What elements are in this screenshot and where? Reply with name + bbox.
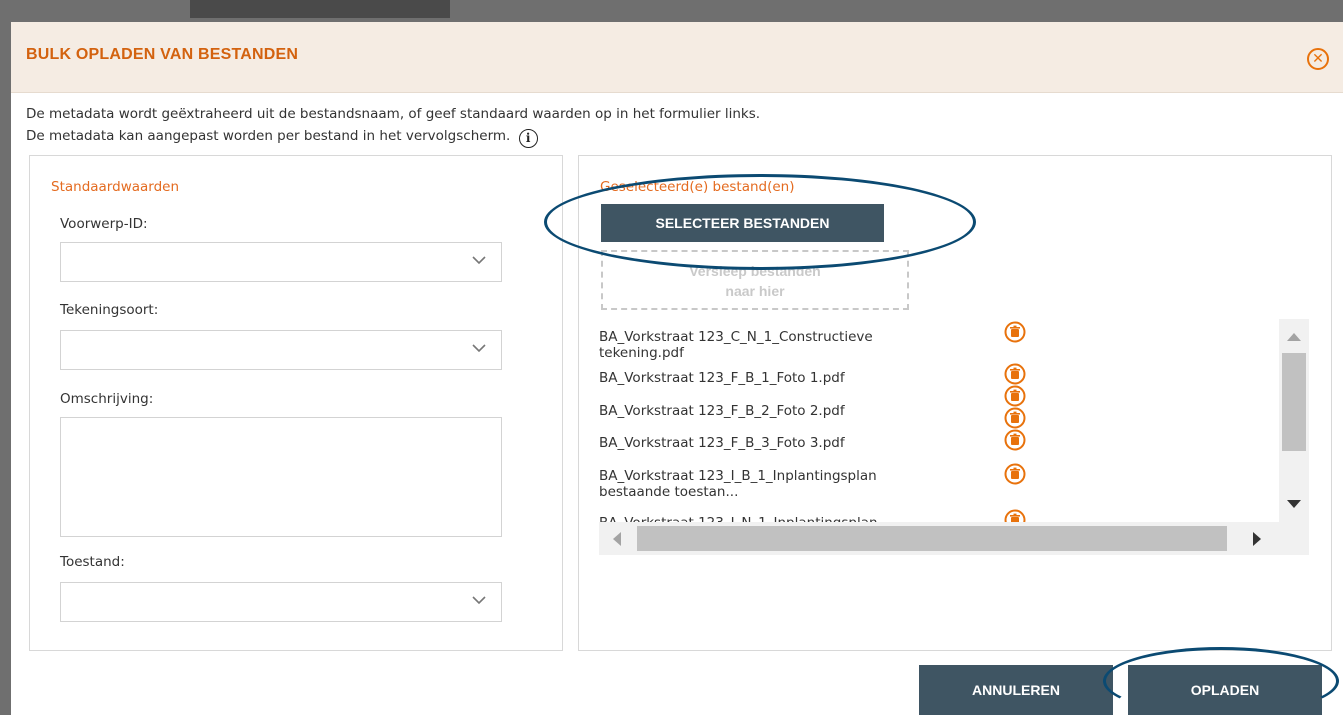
list-item: BA_Vorkstraat 123_F_B_2_Foto 2.pdf	[599, 403, 979, 419]
description-line-1: De metadata wordt geëxtraheerd uit de be…	[26, 106, 761, 122]
file-name-line-1: BA_Vorkstraat 123_C_N_1_Constructieve	[599, 329, 873, 345]
vertical-scroll-thumb[interactable]	[1282, 353, 1306, 451]
info-icon[interactable]: i	[518, 129, 538, 148]
trash-icon[interactable]	[1004, 463, 1026, 485]
description-line-2-wrap: De metadata kan aangepast worden per bes…	[26, 128, 538, 148]
tekeningsoort-label: Tekeningsoort:	[60, 302, 159, 318]
dialog-header: BULK OPLADEN VAN BESTANDEN ✕	[11, 22, 1343, 93]
drop-zone-line-2: naar hier	[725, 283, 785, 299]
chevron-down-icon	[472, 344, 486, 353]
scroll-up-icon[interactable]	[1287, 333, 1301, 341]
list-item: BA_Vorkstraat 123_I_B_1_Inplantingsplan …	[599, 468, 979, 500]
scroll-right-icon[interactable]	[1253, 532, 1261, 546]
vertical-scrollbar[interactable]	[1279, 319, 1309, 522]
bulk-upload-dialog: BULK OPLADEN VAN BESTANDEN ✕ De metadata…	[11, 22, 1343, 715]
description-line-2: De metadata kan aangepast worden per bes…	[26, 128, 511, 144]
scroll-down-icon[interactable]	[1287, 500, 1301, 508]
trash-icon[interactable]	[1004, 407, 1026, 429]
file-name-line-1: BA_Vorkstraat 123_F_B_1_Foto 1.pdf	[599, 370, 845, 386]
defaults-panel: Standaardwaarden Voorwerp-ID: Tekeningso…	[29, 155, 563, 651]
toestand-label: Toestand:	[60, 554, 125, 570]
horizontal-scrollbar[interactable]	[599, 522, 1309, 555]
horizontal-scroll-thumb[interactable]	[637, 526, 1227, 551]
scroll-left-icon[interactable]	[613, 532, 621, 546]
close-icon[interactable]: ✕	[1307, 48, 1329, 70]
toestand-select[interactable]	[60, 582, 502, 622]
defaults-legend: Standaardwaarden	[51, 179, 180, 195]
cancel-button[interactable]: ANNULEREN	[919, 665, 1113, 715]
highlight-ellipse-upload	[1103, 647, 1339, 715]
tekeningsoort-select[interactable]	[60, 330, 502, 370]
file-name-line-2: tekening.pdf	[599, 345, 684, 361]
file-name-line-2: bestaande toestan...	[599, 484, 739, 500]
trash-icon[interactable]	[1004, 429, 1026, 451]
background-toolbar-strip	[190, 0, 450, 18]
list-item: BA_Vorkstraat 123_F_B_1_Foto 1.pdf	[599, 370, 979, 386]
chevron-down-icon	[472, 596, 486, 605]
file-list: BA_Vorkstraat 123_C_N_1_Constructieve te…	[599, 319, 1309, 541]
omschrijving-textarea[interactable]	[60, 417, 502, 537]
voorwerp-id-select[interactable]	[60, 242, 502, 282]
file-name-line-1: BA_Vorkstraat 123_F_B_2_Foto 2.pdf	[599, 403, 845, 419]
list-item: BA_Vorkstraat 123_C_N_1_Constructieve te…	[599, 329, 979, 361]
trash-icon[interactable]	[1004, 321, 1026, 343]
list-item: BA_Vorkstraat 123_F_B_3_Foto 3.pdf	[599, 435, 979, 451]
trash-icon[interactable]	[1004, 363, 1026, 385]
file-name-line-1: BA_Vorkstraat 123_I_B_1_Inplantingsplan	[599, 468, 877, 484]
omschrijving-label: Omschrijving:	[60, 391, 154, 407]
file-name-line-1: BA_Vorkstraat 123_F_B_3_Foto 3.pdf	[599, 435, 845, 451]
voorwerp-id-label: Voorwerp-ID:	[60, 216, 148, 232]
chevron-down-icon	[472, 256, 486, 265]
trash-icon[interactable]	[1004, 385, 1026, 407]
highlight-ellipse-select	[544, 174, 976, 270]
dialog-title: BULK OPLADEN VAN BESTANDEN	[26, 46, 299, 63]
